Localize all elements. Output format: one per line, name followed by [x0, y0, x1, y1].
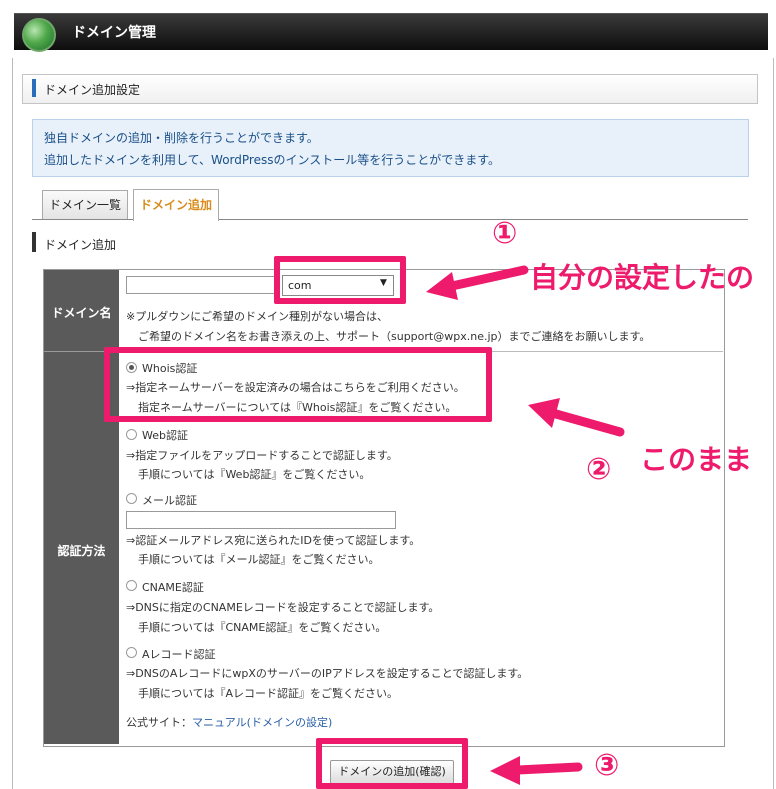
domain-input[interactable]	[126, 276, 278, 294]
manual-link[interactable]: マニュアル(ドメインの設定)	[192, 716, 332, 729]
method-arecord-help: 手順については『Aレコード認証』をご覧ください。	[138, 687, 398, 700]
radio-cname[interactable]	[126, 580, 137, 591]
auth-label: 認証方法	[57, 544, 106, 558]
globe-icon	[22, 18, 56, 52]
method-web-desc: ⇒指定ファイルをアップロードすることで認証します。	[126, 449, 398, 462]
annotation-text-1: 自分の設定したの	[530, 261, 755, 294]
domain-label: ドメイン名	[51, 306, 112, 320]
header-title: ドメイン管理	[72, 25, 156, 41]
tld-note-1: ※プルダウンにご希望のドメイン種別がない場合は、	[126, 310, 388, 323]
subsection-title: ドメイン追加	[44, 238, 117, 252]
annotation-number-2: ②	[586, 452, 612, 487]
annotation-box-1	[274, 256, 406, 304]
radio-web[interactable]	[126, 429, 137, 440]
annotation-number-3: ③	[594, 748, 620, 783]
annotation-text-2: このまま	[640, 443, 753, 476]
method-web-help: 手順については『Web認証』をご覧ください。	[138, 468, 371, 481]
official-site-prefix: 公式サイト：	[126, 716, 192, 729]
annotation-number-1: ①	[492, 216, 518, 251]
mail-input[interactable]	[126, 511, 396, 529]
method-cname-label: CNAME認証	[142, 581, 204, 594]
tab-domain-add[interactable]: ドメイン追加	[133, 189, 219, 221]
info-box	[32, 119, 749, 177]
official-site-row: 公式サイト：マニュアル(ドメインの設定)	[126, 714, 332, 730]
section-title-marker	[32, 79, 36, 97]
radio-mail[interactable]	[126, 493, 137, 504]
tld-note-2: ご希望のドメイン名をお書き添えの上、サポート（support@wpx.ne.jp…	[138, 330, 651, 343]
method-mail-desc: ⇒認証メールアドレス宛に送られたIDを使って認証します。	[126, 534, 421, 547]
radio-arecord[interactable]	[126, 647, 137, 658]
method-cname-desc: ⇒DNSに指定のCNAMEレコードを設定することで認証します。	[126, 601, 440, 614]
info-line-2: 追加したドメインを利用して、WordPressのインストール等を行うことができま…	[44, 153, 501, 167]
info-line-1: 独自ドメインの追加・削除を行うことができます。	[44, 131, 319, 145]
subsection-marker	[32, 232, 36, 252]
method-arecord-label: Aレコード認証	[142, 648, 216, 661]
method-mail-help: 手順については『メール認証』をご覧ください。	[138, 553, 380, 566]
method-arecord-desc: ⇒DNSのAレコードにwpXのサーバーのIPアドレスを設定することで認証します。	[126, 667, 529, 680]
method-mail-label: メール認証	[142, 494, 197, 507]
method-web-label: Web認証	[142, 429, 188, 442]
method-cname-help: 手順については『CNAME認証』をご覧ください。	[138, 621, 387, 634]
section-title: ドメイン追加設定	[44, 83, 141, 97]
annotation-box-2	[104, 347, 492, 422]
annotation-box-3	[316, 738, 468, 789]
domain-label-cell: ドメイン名	[44, 270, 119, 352]
tab-domain-list[interactable]: ドメイン一覧	[42, 190, 128, 219]
